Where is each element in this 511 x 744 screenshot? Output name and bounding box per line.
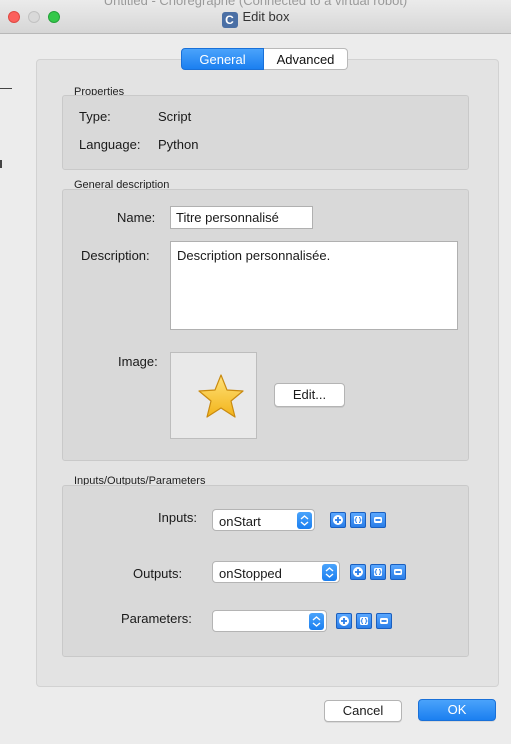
window-title-area: C Edit box (0, 9, 511, 28)
minus-icon (380, 618, 388, 624)
remove-input-button[interactable] (370, 512, 386, 528)
outputs-selected-value: onStopped (219, 566, 282, 581)
plus-icon (339, 616, 349, 626)
edit-output-button[interactable] (370, 564, 386, 580)
plus-icon (333, 515, 343, 525)
add-parameter-button[interactable] (336, 613, 352, 629)
braces-icon (354, 516, 362, 524)
box-image-well[interactable] (170, 352, 257, 439)
type-value: Script (158, 109, 192, 124)
window-title: Edit box (242, 9, 290, 24)
minus-icon (374, 517, 382, 523)
inputs-label: Inputs: (158, 510, 198, 525)
language-label: Language: (79, 137, 141, 152)
background-window-edge (0, 88, 12, 89)
ok-button[interactable]: OK (418, 699, 496, 721)
title-bar: Untitled - Choregraphe (Connected to a v… (0, 0, 511, 34)
properties-group (62, 95, 469, 170)
edit-parameter-button[interactable] (356, 613, 372, 629)
description-textarea[interactable]: Description personnalisée. (170, 241, 458, 330)
chevron-updown-icon (297, 512, 312, 529)
type-label: Type: (79, 109, 111, 124)
plus-icon (353, 567, 363, 577)
parameters-select[interactable] (212, 610, 327, 632)
background-window-edge (0, 160, 2, 168)
chevron-updown-icon (309, 613, 324, 630)
inputs-select[interactable]: onStart (212, 509, 315, 531)
parameters-label: Parameters: (121, 611, 192, 626)
star-icon (198, 374, 244, 418)
braces-icon (374, 568, 382, 576)
language-value: Python (158, 137, 199, 152)
remove-parameter-button[interactable] (376, 613, 392, 629)
choregraphe-app-icon: C (221, 12, 238, 28)
outputs-label: Outputs: (133, 566, 183, 581)
remove-output-button[interactable] (390, 564, 406, 580)
minus-icon (394, 569, 402, 575)
name-field[interactable]: Titre personnalisé (170, 206, 313, 229)
inputs-selected-value: onStart (219, 514, 261, 529)
description-label: Description: (81, 248, 150, 263)
tab-advanced[interactable]: Advanced (264, 48, 348, 70)
edit-input-button[interactable] (350, 512, 366, 528)
background-window-title: Untitled - Choregraphe (Connected to a v… (103, 0, 408, 8)
outputs-select[interactable]: onStopped (212, 561, 340, 583)
chevron-updown-icon (322, 564, 337, 581)
add-input-button[interactable] (330, 512, 346, 528)
tab-general[interactable]: General (181, 48, 264, 70)
braces-icon (360, 617, 368, 625)
image-label: Image: (118, 354, 158, 369)
name-label: Name: (117, 210, 156, 225)
add-output-button[interactable] (350, 564, 366, 580)
edit-image-button[interactable]: Edit... (274, 383, 345, 407)
cancel-button[interactable]: Cancel (324, 700, 402, 722)
